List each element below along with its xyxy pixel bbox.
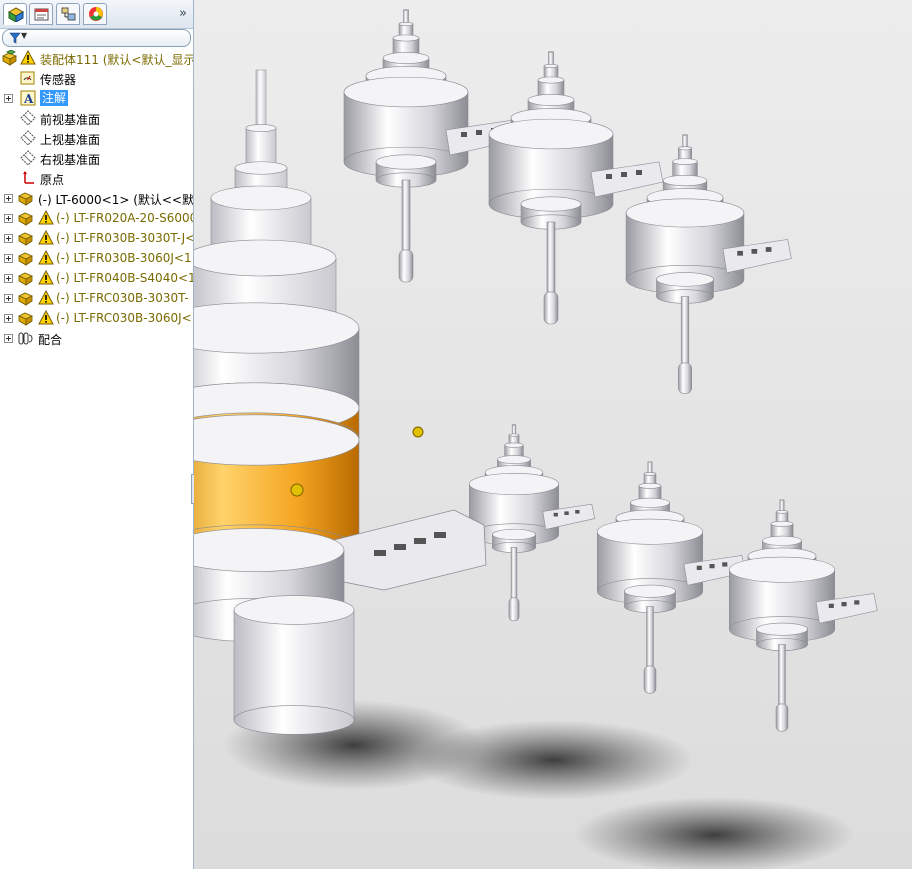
feature-manager-panel: » ▼ 装配体111 (默认<默认_显示 传感器 A 注解前视基准面上视基准面右视基准…	[0, 0, 194, 869]
feature-tree-icon	[7, 7, 25, 22]
configuration-manager-icon	[61, 7, 76, 21]
property-manager-icon	[34, 8, 49, 21]
warning-icon	[38, 309, 54, 326]
tree-item-11[interactable]: (-) LT-FR040B-S4040<1	[0, 268, 193, 288]
plane-icon	[20, 130, 36, 146]
part-icon	[18, 290, 34, 306]
tab-display-manager[interactable]	[83, 3, 107, 25]
display-manager-icon	[89, 7, 103, 21]
tree-item-3[interactable]: 前视基准面	[0, 108, 193, 128]
tree-root-assembly[interactable]: 装配体111 (默认<默认_显示	[0, 48, 193, 68]
tree-item-label: (-) LT-FR040B-S4040<1	[56, 271, 193, 285]
expand-toggle-icon[interactable]	[4, 214, 13, 223]
expand-toggle-icon[interactable]	[4, 254, 13, 263]
mates-icon	[18, 330, 34, 346]
warning-icon	[38, 249, 54, 266]
tree-root-label: 装配体111 (默认<默认_显示	[40, 53, 193, 67]
tree-item-4[interactable]: 上视基准面	[0, 128, 193, 148]
tree-filter[interactable]: ▼	[2, 29, 191, 47]
tree-item-label: 传感器	[40, 73, 77, 87]
warning-icon	[20, 49, 36, 66]
warning-icon	[38, 269, 54, 286]
tree-item-label: 原点	[40, 173, 65, 187]
spindle-model[interactable]	[596, 461, 746, 694]
tree-item-7[interactable]: (-) LT-6000<1> (默认<<默	[0, 188, 193, 208]
warning-icon	[38, 289, 54, 306]
plane-icon	[20, 110, 36, 126]
tree-item-label: (-) LT-6000<1> (默认<<默	[38, 193, 193, 207]
tree-item-label: (-) LT-FRC030B-3060J<	[56, 311, 192, 325]
expand-toggle-icon[interactable]	[4, 274, 13, 283]
plane-icon	[20, 150, 36, 166]
assembly-icon	[2, 49, 18, 66]
tree-item-label: 配合	[38, 333, 63, 347]
tree-item-1[interactable]: 传感器	[0, 68, 193, 88]
funnel-icon	[9, 32, 21, 44]
shadow	[414, 720, 694, 800]
sensor-icon	[20, 70, 36, 86]
spindle-model[interactable]	[469, 424, 595, 622]
tree-item-label: (-) LT-FR030B-3030T-J<	[56, 231, 193, 245]
solidworks-window: » ▼ 装配体111 (默认<默认_显示 传感器 A 注解前视基准面上视基准面右视基准…	[0, 0, 912, 869]
tree-item-8[interactable]: (-) LT-FR020A-20-S6000	[0, 208, 193, 228]
tree-item-10[interactable]: (-) LT-FR030B-3060J<1	[0, 248, 193, 268]
expand-toggle-icon[interactable]	[4, 234, 13, 243]
annotation-icon: A	[20, 90, 36, 106]
graphics-viewport[interactable]	[194, 0, 912, 869]
part-icon	[18, 310, 34, 326]
part-icon	[18, 270, 34, 286]
spindle-model[interactable]	[728, 499, 878, 732]
expand-toggle-icon[interactable]	[4, 94, 13, 103]
tree-item-2[interactable]: A 注解	[0, 88, 193, 108]
tree-item-label: (-) LT-FRC030B-3030T-	[56, 291, 189, 305]
tab-configuration-manager[interactable]	[56, 3, 80, 25]
tab-feature-tree[interactable]	[3, 3, 27, 25]
part-icon	[18, 230, 34, 246]
expand-toggle-icon[interactable]	[4, 314, 13, 323]
tree-item-5[interactable]: 右视基准面	[0, 148, 193, 168]
tree-item-6[interactable]: 原点	[0, 168, 193, 188]
origin-icon	[20, 170, 36, 186]
expand-toggle-icon[interactable]	[4, 294, 13, 303]
tree-item-14[interactable]: 配合	[0, 328, 193, 348]
tree-item-label: (-) LT-FR020A-20-S6000	[56, 211, 193, 225]
tree-item-9[interactable]: (-) LT-FR030B-3030T-J<	[0, 228, 193, 248]
part-icon	[18, 250, 34, 266]
tree-item-label: 前视基准面	[40, 113, 101, 127]
tab-property-manager[interactable]	[29, 3, 53, 25]
tree-item-label: 上视基准面	[40, 133, 101, 147]
shadow	[574, 797, 854, 869]
chevron-down-icon: ▼	[21, 31, 28, 40]
part-icon	[18, 210, 34, 226]
tree-item-label: 注解	[40, 90, 69, 106]
tree-item-label: 右视基准面	[40, 153, 101, 167]
tree-item-label: (-) LT-FR030B-3060J<1	[56, 251, 192, 265]
expand-toggle-icon[interactable]	[4, 334, 13, 343]
svg-text:A: A	[23, 92, 34, 106]
expand-toggle-icon[interactable]	[4, 194, 13, 203]
feature-tree: 装配体111 (默认<默认_显示 传感器 A 注解前视基准面上视基准面右视基准面原点 (…	[0, 48, 193, 350]
model-scene	[194, 9, 878, 869]
warning-icon	[38, 229, 54, 246]
part-icon	[18, 190, 34, 206]
expand-panel-icon[interactable]: »	[179, 6, 187, 21]
panel-tab-bar: »	[0, 0, 193, 29]
warning-icon	[38, 209, 54, 226]
tree-item-12[interactable]: (-) LT-FRC030B-3030T-	[0, 288, 193, 308]
tree-item-13[interactable]: (-) LT-FRC030B-3060J<	[0, 308, 193, 328]
